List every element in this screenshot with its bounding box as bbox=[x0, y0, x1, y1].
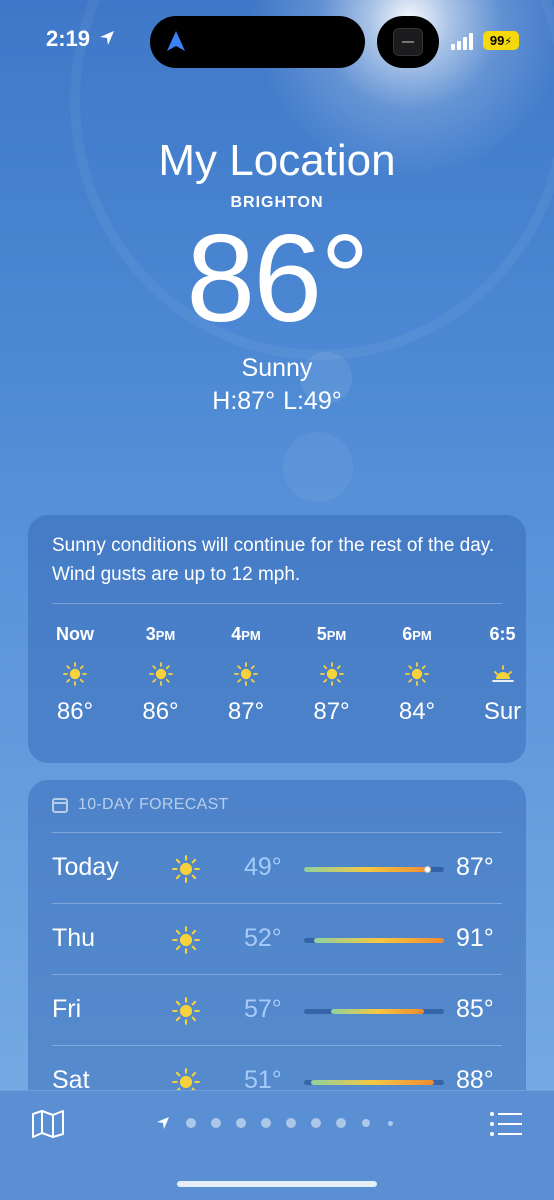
sun-icon bbox=[148, 662, 173, 686]
hourly-forecast-card[interactable]: Sunny conditions will continue for the r… bbox=[28, 515, 526, 763]
status-bar: 2:19 99⚡ bbox=[0, 0, 554, 90]
hour-temp: 87° bbox=[313, 698, 350, 725]
hour-label: 5PM bbox=[316, 624, 347, 644]
temperature-range-bar bbox=[304, 866, 444, 873]
location-title: My Location bbox=[158, 136, 396, 185]
sunset-icon bbox=[491, 665, 514, 682]
high-temp: H:87° bbox=[212, 387, 276, 415]
temperature-range-fill bbox=[310, 1080, 434, 1085]
day-name: Today bbox=[52, 853, 119, 881]
current-location-icon bbox=[157, 1117, 169, 1129]
high-low: H:87° L:49° bbox=[0, 387, 554, 416]
page-dot[interactable] bbox=[336, 1118, 346, 1128]
lens-flare bbox=[283, 432, 353, 502]
battery-level: 99 bbox=[489, 33, 505, 48]
high-temp: 85° bbox=[456, 995, 494, 1023]
hourly-list[interactable]: Now 86° 3PM 86° 4PM 87° 5PM 87° 6PM 84° 6:5 Sur bbox=[28, 604, 526, 762]
navigation-arrow-icon bbox=[167, 31, 185, 51]
live-activity-icon bbox=[393, 28, 423, 56]
low-temp: 52° bbox=[244, 924, 282, 952]
day-name: Thu bbox=[52, 924, 96, 952]
hour-label: 6:5 bbox=[489, 624, 516, 644]
hour-temp: 86° bbox=[142, 698, 179, 725]
page-dot[interactable] bbox=[311, 1118, 321, 1128]
forecast-row[interactable]: Fri 57° 85° bbox=[28, 975, 526, 1045]
hour-label: 4PM bbox=[231, 624, 261, 644]
battery-icon: 99⚡ bbox=[483, 31, 519, 50]
calendar-icon bbox=[52, 797, 68, 813]
forecast-row[interactable]: Today 49° 87° bbox=[28, 833, 526, 903]
condition-text: Sunny bbox=[241, 354, 313, 382]
forecast-header: 10-DAY FORECAST bbox=[52, 796, 229, 814]
low-temp: L:49° bbox=[283, 387, 342, 415]
home-indicator[interactable] bbox=[177, 1181, 377, 1187]
page-dot[interactable] bbox=[388, 1121, 393, 1126]
temperature-range-bar bbox=[304, 1080, 444, 1085]
temperature-range-fill bbox=[304, 867, 431, 872]
location-arrow-icon bbox=[100, 31, 114, 45]
sun-icon bbox=[63, 662, 87, 686]
current-temp-dot bbox=[424, 866, 432, 873]
temperature-range-fill bbox=[330, 1009, 424, 1014]
page-dot[interactable] bbox=[261, 1118, 271, 1128]
hour-temp: 87° bbox=[227, 698, 265, 725]
page-dot[interactable] bbox=[211, 1118, 221, 1128]
sun-icon bbox=[234, 662, 258, 686]
forecast-row[interactable]: Thu 52° 91° bbox=[28, 904, 526, 974]
hour-label: Now bbox=[56, 624, 94, 644]
sun-icon bbox=[172, 926, 200, 954]
forecast-title: 10-DAY FORECAST bbox=[78, 796, 229, 813]
sun-icon bbox=[319, 662, 344, 686]
low-temp: 57° bbox=[244, 995, 282, 1023]
current-weather: My Location BRIGHTON 86° Sunny H:87° L:49… bbox=[0, 132, 554, 416]
map-icon[interactable] bbox=[31, 1109, 65, 1139]
high-temp: 91° bbox=[456, 924, 494, 952]
temperature-range-bar bbox=[304, 1009, 444, 1014]
page-dot[interactable] bbox=[236, 1118, 246, 1128]
bottom-toolbar bbox=[0, 1090, 554, 1200]
current-temperature: 86° bbox=[186, 210, 370, 348]
high-temp: 87° bbox=[456, 853, 494, 881]
hour-temp: 86° bbox=[56, 698, 94, 725]
sun-icon bbox=[405, 662, 429, 686]
hour-label: 6PM bbox=[402, 624, 432, 644]
status-time: 2:19 bbox=[46, 26, 91, 51]
sun-icon bbox=[172, 855, 200, 883]
hour-label: 3PM bbox=[145, 624, 176, 644]
day-name: Fri bbox=[52, 995, 82, 1023]
low-temp: 49° bbox=[244, 853, 282, 881]
page-dot[interactable] bbox=[286, 1118, 296, 1128]
cellular-signal-icon bbox=[451, 32, 477, 50]
hour-temp: Sur bbox=[483, 698, 522, 725]
weather-summary: Sunny conditions will continue for the r… bbox=[52, 535, 495, 585]
hour-temp: 84° bbox=[398, 698, 436, 725]
page-dot[interactable] bbox=[362, 1119, 370, 1127]
temperature-range-fill bbox=[314, 938, 444, 943]
temperature-range-bar bbox=[304, 938, 444, 943]
list-icon[interactable] bbox=[488, 1109, 524, 1139]
page-dot[interactable] bbox=[186, 1118, 196, 1128]
sun-icon bbox=[172, 997, 200, 1025]
